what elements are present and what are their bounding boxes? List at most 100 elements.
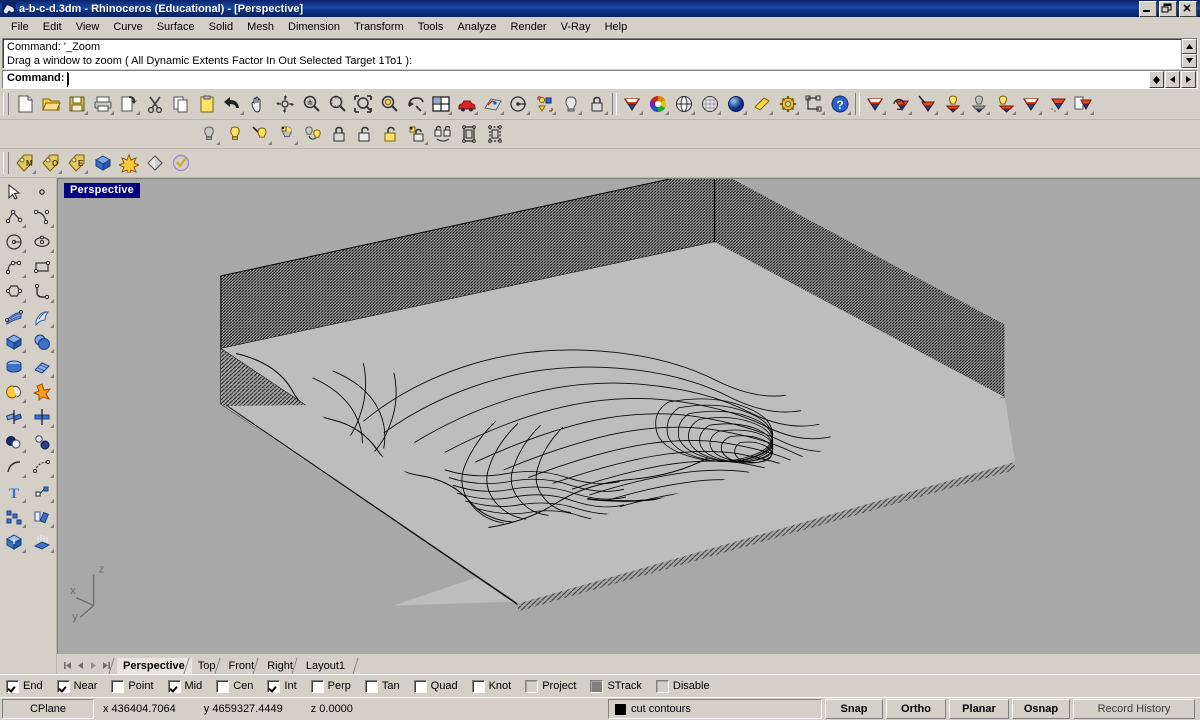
command-scroll-left-button[interactable] [1165,71,1180,88]
layer-change-icon[interactable] [1045,92,1069,116]
explode-star-icon[interactable] [117,151,141,175]
viewport-layout-icon[interactable] [429,92,453,116]
bulb-pair-icon[interactable] [301,122,325,146]
osnap-cen[interactable]: Cen [216,679,253,693]
menu-item-tools[interactable]: Tools [411,19,451,35]
distance-measure-icon[interactable] [802,92,826,116]
point-edit-icon[interactable] [29,479,55,504]
restore-button[interactable] [1159,0,1177,17]
split-icon[interactable] [1,404,27,429]
current-layer-panel[interactable]: cut contours [608,699,822,719]
lock-toggle-icon[interactable] [431,122,455,146]
zoom-selected-icon[interactable] [377,92,401,116]
command-input[interactable] [67,72,1149,87]
tab-first-button[interactable] [61,657,74,673]
menu-item-file[interactable]: File [4,19,36,35]
bulb-yellow-icon[interactable] [223,122,247,146]
box-solid-icon[interactable] [1,329,27,354]
rotate-view-icon[interactable] [273,92,297,116]
menu-item-view[interactable]: View [69,19,107,35]
polyline-icon[interactable] [1,204,27,229]
osnap-disable-checkbox[interactable] [655,679,669,693]
layer-off-icon[interactable] [967,92,991,116]
explode-burst-icon[interactable] [29,379,55,404]
rectangle-icon[interactable] [29,254,55,279]
osnap-perp-checkbox[interactable] [310,679,324,693]
osnap-tan[interactable]: Tan [364,679,400,693]
menu-item-curve[interactable]: Curve [106,19,149,35]
osnap-strack[interactable]: STrack [590,679,642,693]
tab-next-button[interactable] [87,657,100,673]
command-scroll-right-button[interactable] [1181,71,1196,88]
osnap-point-checkbox[interactable] [111,679,125,693]
osnap-tan-checkbox[interactable] [364,679,378,693]
osnap-near-checkbox[interactable] [56,679,70,693]
planar-toggle[interactable]: Planar [949,699,1009,719]
surface-grid-icon[interactable] [1,304,27,329]
boolean-union-icon[interactable] [1,379,27,404]
tag-m-icon[interactable]: M [13,151,37,175]
menu-item-transform[interactable]: Transform [347,19,411,35]
undo-icon[interactable] [221,92,245,116]
viewport-tab-perspective[interactable]: Perspective [117,658,194,674]
osnap-point[interactable]: Point [111,679,154,693]
osnap-toggle[interactable]: Osnap [1012,699,1070,719]
menu-item-edit[interactable]: Edit [36,19,69,35]
named-view-icon[interactable] [507,92,531,116]
render-preview-icon[interactable] [481,92,505,116]
circles-pair-icon[interactable] [29,429,55,454]
blend-curve-icon[interactable] [29,454,55,479]
help-icon[interactable]: ? [828,92,852,116]
osnap-end[interactable]: End [6,679,43,693]
menu-item-surface[interactable]: Surface [150,19,202,35]
bulb-show-selected-icon[interactable] [249,122,273,146]
layer-light-icon[interactable] [993,92,1017,116]
options-gear-icon[interactable] [776,92,800,116]
layer-shield-icon[interactable] [620,92,644,116]
layer-shield-icon[interactable] [863,92,887,116]
osnap-quad[interactable]: Quad [413,679,458,693]
select-arrow-icon[interactable] [1,179,27,204]
text-tool-icon[interactable]: T [1,479,27,504]
fillet-curve-icon[interactable] [1,454,27,479]
toolbar-grip[interactable] [3,93,9,115]
layer-on-icon[interactable] [941,92,965,116]
shade-rendered-icon[interactable] [724,92,748,116]
point-icon[interactable] [29,179,55,204]
perspective-viewport[interactable]: Perspective z x y [57,178,1200,654]
menu-item-mesh[interactable]: Mesh [240,19,281,35]
print-icon[interactable] [91,92,115,116]
shade-flat-icon[interactable] [750,92,774,116]
cplane-panel[interactable]: CPlane [2,699,94,719]
osnap-mid[interactable]: Mid [167,679,202,693]
save-file-icon[interactable] [65,92,89,116]
layer-current-icon[interactable] [1019,92,1043,116]
shade-ghosted-icon[interactable] [698,92,722,116]
osnap-project[interactable]: Project [525,679,576,693]
scroll-up-button[interactable] [1182,39,1197,54]
command-line[interactable]: Command: [2,70,1198,89]
lock-closed-icon[interactable] [327,122,351,146]
lock-yellow-icon[interactable] [379,122,403,146]
tag-e-icon[interactable]: E [65,151,89,175]
rotate-copy-icon[interactable] [29,504,55,529]
curve-arc-icon[interactable] [29,279,55,304]
lock-icon[interactable] [585,92,609,116]
menu-item-render[interactable]: Render [504,19,554,35]
viewport-label[interactable]: Perspective [64,183,140,198]
menu-item-analyze[interactable]: Analyze [450,19,503,35]
light-bulb-icon[interactable] [559,92,583,116]
trim-icon[interactable] [29,404,55,429]
surface-sweep-icon[interactable] [29,304,55,329]
osnap-near[interactable]: Near [56,679,97,693]
object-properties-icon[interactable] [533,92,557,116]
osnap-disable[interactable]: Disable [655,679,710,693]
zoom-window-icon[interactable] [325,92,349,116]
lock-swap-icon[interactable] [405,122,429,146]
arc-icon[interactable] [1,254,27,279]
osnap-strack-checkbox[interactable] [590,679,604,693]
layer-previous-icon[interactable] [889,92,913,116]
osnap-knot-checkbox[interactable] [471,679,485,693]
command-history-spinner[interactable] [1149,71,1164,88]
block-cube-icon[interactable] [91,151,115,175]
